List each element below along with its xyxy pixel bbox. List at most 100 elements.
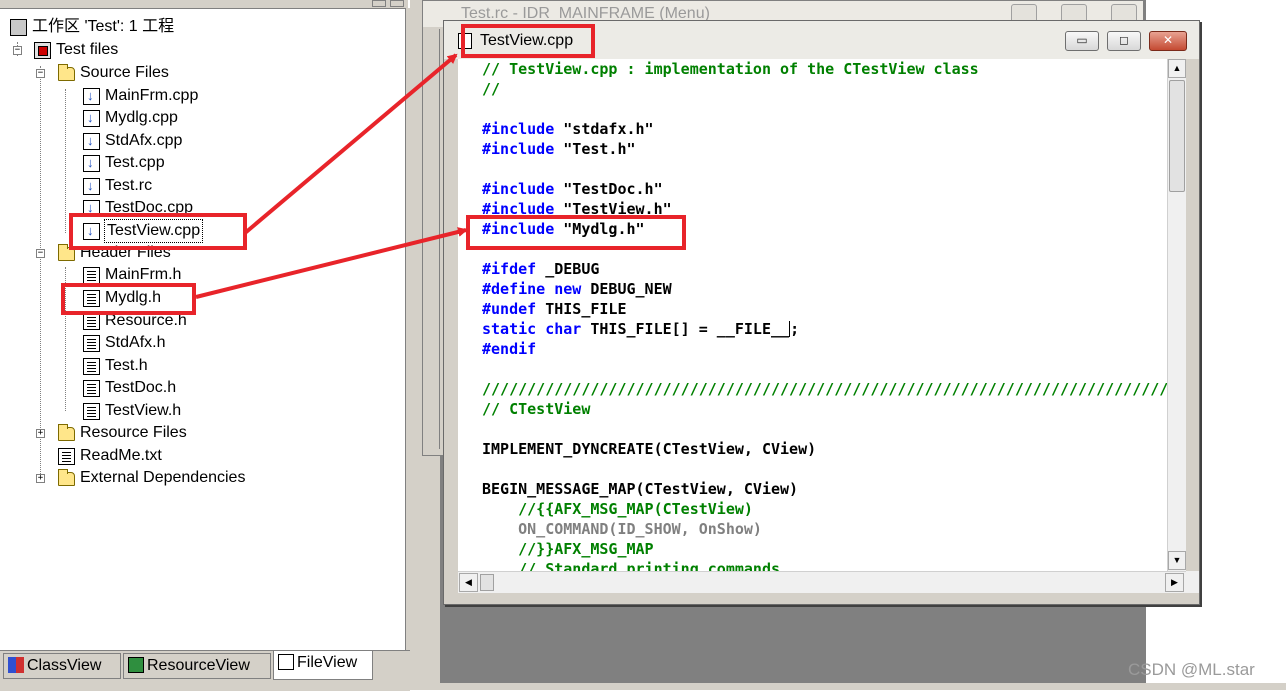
scroll-left-button[interactable]: ◀ [459,573,478,592]
cpp-file-icon [83,220,100,242]
workspace-splitter[interactable] [405,8,410,650]
horizontal-scrollbar[interactable]: ◀ ▶ [458,571,1186,593]
classview-icon [8,657,24,673]
code-line: #include "TestDoc.h" [482,180,663,198]
tree-line [65,89,66,233]
folder-icon [58,469,75,486]
restore-icon: ◻ [1119,33,1129,47]
code-line: #define new DEBUG_NEW [482,280,672,298]
file-label: Test.h [105,357,148,374]
header-file-icon [83,267,100,284]
fileview-icon [278,654,294,670]
file-label: StdAfx.h [105,334,166,351]
code-line: ON_COMMAND(ID_SHOW, OnShow) [482,520,762,538]
resize-grip[interactable] [1186,571,1199,593]
collapse-source-icon[interactable]: − [36,69,45,78]
tab-label: ResourceView [147,657,250,674]
minimize-button[interactable]: ▭ [1065,31,1099,51]
cpp-file-icon [83,152,100,174]
code-line: #include "Test.h" [482,140,636,158]
file-label-selected: TestView.cpp [103,219,204,243]
project-label: Test files [56,41,119,58]
file-label: ReadMe.txt [80,447,162,464]
code-line: //{{AFX_MSG_MAP(CTestView) [482,500,753,518]
editor-window[interactable]: TestView.cpp ▭ ◻ ✕ // TestView.cpp : imp… [443,20,1200,605]
project-icon [34,42,51,59]
editor-titlebar[interactable]: TestView.cpp ▭ ◻ ✕ [444,21,1199,59]
background-window-body [429,29,440,449]
header-file-icon [83,358,100,375]
editor-title: TestView.cpp [480,32,574,49]
code-line: #ifdef _DEBUG [482,260,600,278]
file-label: TestDoc.h [105,379,177,396]
rc-file-icon [83,175,100,197]
workspace-top-scrollbar[interactable] [0,0,408,9]
status-strip [410,683,1286,690]
cpp-file-icon [83,107,100,129]
scroll-left-button[interactable] [372,0,386,7]
minimize-icon: ▭ [1076,33,1088,47]
file-label: Mydlg.cpp [105,109,178,126]
scroll-right-button[interactable] [390,0,404,7]
cpp-file-icon [458,31,472,49]
file-label: Resource.h [105,312,187,329]
cpp-file-icon [83,197,100,219]
tree-line [65,267,66,411]
tab-resourceview[interactable]: ResourceView [123,653,271,679]
header-file-icon [83,335,100,352]
scroll-right-button[interactable]: ▶ [1165,573,1184,592]
collapse-header-icon[interactable]: − [36,249,45,258]
folder-label: Header Files [80,244,171,261]
scroll-down-button[interactable]: ▼ [1168,551,1186,570]
expand-external-icon[interactable]: + [36,474,45,483]
code-line: BEGIN_MESSAGE_MAP(CTestView, CView) [482,480,799,498]
vertical-scrollbar[interactable]: ▲ ▼ [1167,59,1186,571]
cpp-file-icon [83,130,100,152]
file-label: Mydlg.h [105,289,162,306]
code-line: #include "Mydlg.h" [482,220,645,238]
watermark: CSDN @ML.star [1128,660,1255,679]
expand-resource-icon[interactable]: + [36,429,45,438]
workspace-tabs: ClassView ResourceView FileView [0,650,410,691]
tree-line [40,66,41,478]
vertical-scroll-thumb[interactable] [1169,80,1185,192]
folder-open-icon [58,244,75,261]
file-label: TestView.h [105,402,182,419]
workspace-icon [10,19,27,36]
folder-label: External Dependencies [80,469,246,486]
scroll-up-button[interactable]: ▲ [1168,59,1186,78]
tab-classview[interactable]: ClassView [3,653,121,679]
text-file-icon [58,448,75,465]
tab-label: ClassView [27,657,102,674]
header-file-icon [83,313,100,330]
close-button[interactable]: ✕ [1149,31,1187,51]
cpp-file-icon [83,85,100,107]
file-label: StdAfx.cpp [105,132,183,149]
code-line: static char THIS_FILE[] = __FILE__; [482,320,800,338]
collapse-project-icon[interactable]: − [13,46,22,55]
code-line: // [482,80,501,98]
file-label: MainFrm.h [105,266,182,283]
workspace-root-label: 工作区 'Test': 1 工程 [32,18,175,35]
code-line: IMPLEMENT_DYNCREATE(CTestView, CView) [482,440,817,458]
horizontal-scroll-thumb[interactable] [480,574,494,591]
workspace-pane: 工作区 'Test': 1 工程 − Test files − Source F… [0,0,410,691]
header-file-icon [83,380,100,397]
tab-fileview[interactable]: FileView [273,651,373,680]
folder-icon [58,424,75,441]
code-editor[interactable]: // TestView.cpp : implementation of the … [458,59,1167,571]
code-line: //}}AFX_MSG_MAP [482,540,654,558]
restore-button[interactable]: ◻ [1107,31,1141,51]
file-label: Test.rc [105,177,153,194]
code-line: #endif [482,340,537,358]
code-line: ////////////////////////////////////////… [482,380,1167,398]
file-label: TestDoc.cpp [105,199,194,216]
file-tree: 工作区 'Test': 1 工程 − Test files − Source F… [0,12,405,652]
code-line: // TestView.cpp : implementation of the … [482,60,979,78]
close-icon: ✕ [1162,33,1174,47]
folder-label: Resource Files [80,424,187,441]
header-file-icon [83,290,100,307]
code-line: #include "stdafx.h" [482,120,654,138]
code-line: // Standard printing commands [482,560,781,571]
code-line: #include "TestView.h" [482,200,672,218]
